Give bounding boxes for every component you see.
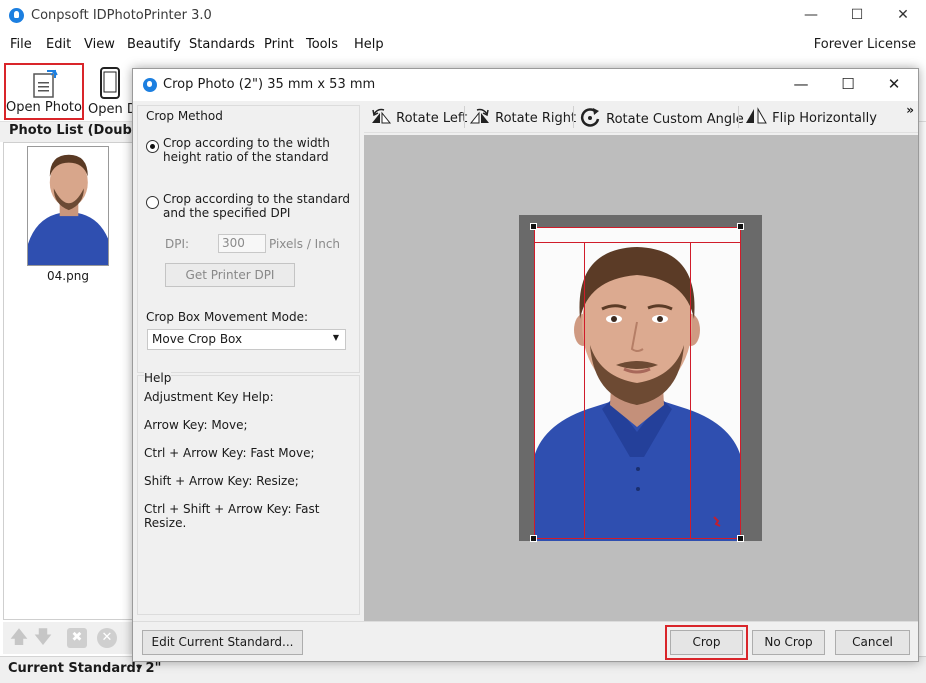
crop-toolbar: Rotate Left Rotate Right Rotate Custom A… xyxy=(364,101,918,133)
crop-ratio-radio[interactable] xyxy=(146,140,159,153)
photo-filename: 04.png xyxy=(47,269,89,283)
crop-method-group: Crop Method Crop according to the width … xyxy=(137,105,360,373)
movement-mode-label: Crop Box Movement Mode: xyxy=(146,310,309,324)
delete-icon[interactable]: ✖ xyxy=(67,628,87,648)
menu-print[interactable]: Print xyxy=(264,37,294,52)
rotate-custom-icon xyxy=(580,108,600,127)
menu-beautify[interactable]: Beautify xyxy=(127,37,181,52)
edit-standard-button[interactable]: Edit Current Standard... xyxy=(142,630,303,655)
main-titlebar: Conpsoft IDPhotoPrinter 3.0 — ☐ ✕ xyxy=(0,0,926,32)
help-line: Arrow Key: Move; xyxy=(144,418,248,432)
movement-mode-value: Move Crop Box xyxy=(152,332,243,346)
flip-horizontal-label: Flip Horizontally xyxy=(772,111,877,126)
help-title: Help xyxy=(144,371,172,385)
dialog-minimize-icon[interactable]: — xyxy=(778,69,824,101)
dialog-app-icon xyxy=(143,78,157,92)
menu-file[interactable]: File xyxy=(10,37,32,52)
crop-handle-top-right[interactable] xyxy=(737,223,744,230)
rotate-left-icon xyxy=(372,108,392,124)
dialog-footer: Edit Current Standard... Crop No Crop Ca… xyxy=(133,621,918,661)
menu-bar: File Edit View Beautify Standards Print … xyxy=(0,34,926,58)
flip-horizontal-icon xyxy=(746,107,767,124)
help-group: Help Adjustment Key Help: Arrow Key: Mov… xyxy=(137,371,360,615)
menu-edit[interactable]: Edit xyxy=(46,37,71,52)
crop-photo-dialog: Crop Photo (2") 35 mm x 53 mm — ☐ ✕ Crop… xyxy=(132,68,919,662)
get-printer-dpi-button[interactable]: Get Printer DPI xyxy=(165,263,295,287)
crop-box[interactable] xyxy=(534,227,741,539)
rotate-custom-label: Rotate Custom Angle xyxy=(606,112,744,127)
crop-dpi-radio[interactable] xyxy=(146,196,159,209)
toolbar-overflow-icon[interactable]: » xyxy=(906,103,914,117)
photo-list-header: Photo List (Double c xyxy=(0,122,140,142)
toolbar-separator xyxy=(464,106,465,128)
dpi-label: DPI: xyxy=(165,237,190,251)
dialog-titlebar: Crop Photo (2") 35 mm x 53 mm — ☐ ✕ xyxy=(133,69,918,101)
chevron-down-icon: ▼ xyxy=(332,333,339,342)
no-crop-button[interactable]: No Crop xyxy=(752,630,825,655)
move-up-icon[interactable]: 🡅 xyxy=(9,628,29,648)
maximize-icon[interactable]: ☐ xyxy=(834,0,880,32)
rotate-custom-button[interactable]: Rotate Custom Angle xyxy=(580,107,744,127)
crop-handle-top-left[interactable] xyxy=(530,223,537,230)
person-thumbnail-image xyxy=(28,147,108,265)
rotate-right-label: Rotate Right xyxy=(495,111,577,126)
help-line: Ctrl + Arrow Key: Fast Move; xyxy=(144,446,315,460)
license-label: Forever License xyxy=(813,37,916,52)
help-line: Adjustment Key Help: xyxy=(144,390,274,404)
rotate-left-button[interactable]: Rotate Left xyxy=(370,107,467,126)
photo-list[interactable]: 04.png xyxy=(3,142,140,620)
crop-canvas[interactable] xyxy=(364,135,918,621)
toolbar-separator xyxy=(738,106,739,128)
crop-handle-bottom-left[interactable] xyxy=(530,535,537,542)
open-device-label: Open D xyxy=(88,102,137,117)
flip-horizontal-button[interactable]: Flip Horizontally xyxy=(744,107,877,126)
menu-tools[interactable]: Tools xyxy=(306,37,338,52)
rotate-right-icon xyxy=(469,108,489,124)
app-icon xyxy=(9,8,24,23)
crop-guide-vertical-left xyxy=(584,242,585,538)
close-icon[interactable]: ✕ xyxy=(880,0,926,32)
dpi-unit-label: Pixels / Inch xyxy=(269,237,341,251)
dialog-title: Crop Photo (2") 35 mm x 53 mm xyxy=(163,77,376,92)
phone-icon xyxy=(100,67,120,99)
clear-icon[interactable]: ✕ xyxy=(97,628,117,648)
crop-ratio-label[interactable]: Crop according to the width height ratio… xyxy=(163,136,330,164)
toolbar-separator xyxy=(573,106,574,128)
app-title: Conpsoft IDPhotoPrinter 3.0 xyxy=(31,8,212,23)
open-photo-icon xyxy=(33,69,58,98)
crop-handle-bottom-right[interactable] xyxy=(737,535,744,542)
move-down-icon[interactable]: 🡇 xyxy=(33,628,53,648)
photo-frame xyxy=(519,215,762,542)
rotate-left-label: Rotate Left xyxy=(396,111,468,126)
crop-button[interactable]: Crop xyxy=(670,630,743,655)
movement-mode-select[interactable]: Move Crop Box ▼ xyxy=(147,329,346,350)
menu-view[interactable]: View xyxy=(84,37,115,52)
dialog-maximize-icon[interactable]: ☐ xyxy=(825,69,871,101)
minimize-icon[interactable]: — xyxy=(788,0,834,32)
cancel-button[interactable]: Cancel xyxy=(835,630,910,655)
help-line: Shift + Arrow Key: Resize; xyxy=(144,474,299,488)
dpi-input[interactable]: 300 xyxy=(218,234,266,253)
dialog-close-icon[interactable]: ✕ xyxy=(871,69,917,101)
menu-standards[interactable]: Standards xyxy=(189,37,255,52)
standard-dropdown-icon[interactable]: ▼ xyxy=(136,663,142,672)
help-line: Ctrl + Shift + Arrow Key: Fast Resize. xyxy=(144,502,320,530)
crop-dpi-label[interactable]: Crop according to the standard and the s… xyxy=(163,192,350,220)
open-photo-button[interactable]: Open Photo xyxy=(4,63,84,120)
crop-guide-horizontal xyxy=(535,242,740,243)
menu-help[interactable]: Help xyxy=(354,37,384,52)
open-photo-label: Open Photo xyxy=(6,100,82,115)
photo-thumbnail[interactable] xyxy=(27,146,109,266)
open-device-button[interactable]: Open D xyxy=(86,63,137,120)
photo-list-toolbar: 🡅 🡇 ✖ ✕ xyxy=(3,622,140,654)
crop-guide-vertical-right xyxy=(690,242,691,538)
crop-method-title: Crop Method xyxy=(146,109,223,123)
rotate-right-button[interactable]: Rotate Right xyxy=(469,107,576,126)
